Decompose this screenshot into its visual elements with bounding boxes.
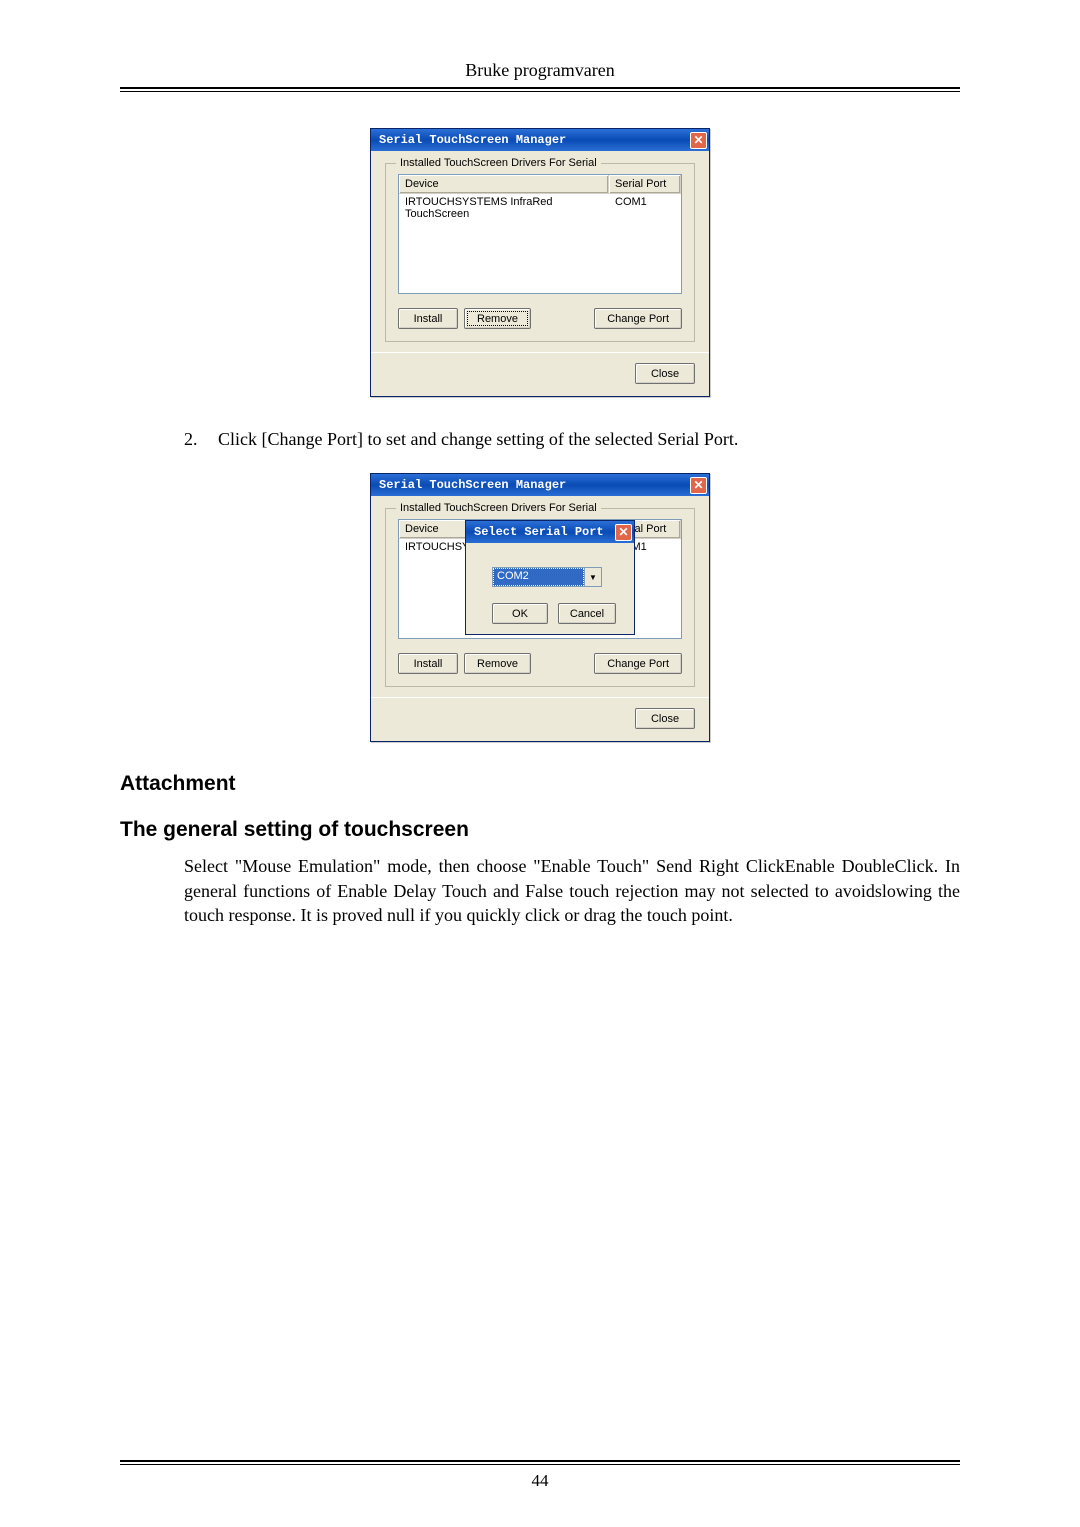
heading-general-setting: The general setting of touchscreen [120,818,960,842]
group-legend: Installed TouchScreen Drivers For Serial [396,502,601,514]
group-legend: Installed TouchScreen Drivers For Serial [396,157,601,169]
list-header: Device Serial Port [399,175,681,194]
col-serial-port[interactable]: Serial Port [609,175,681,193]
step-text: 2.Click [Change Port] to set and change … [184,427,960,451]
cell-port: COM1 [609,194,681,222]
step-number: 2. [184,427,218,451]
ok-button[interactable]: OK [492,603,548,624]
install-button[interactable]: Install [398,653,458,674]
close-button[interactable]: Close [635,363,695,384]
remove-button[interactable]: Remove [464,308,531,329]
page-number: 44 [0,1471,1080,1491]
select-serial-port-dialog: Select Serial Port ✕ COM2 ▼ OK Cancel [465,520,635,635]
heading-attachment: Attachment [120,772,960,796]
cancel-button[interactable]: Cancel [558,603,616,624]
titlebar: Select Serial Port ✕ [466,521,634,543]
step-body: Click [Change Port] to set and change se… [218,429,738,449]
col-device[interactable]: Device [399,175,609,193]
installed-drivers-group: Installed TouchScreen Drivers For Serial… [385,163,695,342]
window-title: Select Serial Port [474,525,615,539]
window-title: Serial TouchScreen Manager [379,133,690,147]
change-port-button[interactable]: Change Port [594,653,682,674]
titlebar: Serial TouchScreen Manager ✕ [371,474,709,496]
chevron-down-icon[interactable]: ▼ [584,568,601,586]
close-icon[interactable]: ✕ [690,477,707,494]
table-row[interactable]: IRTOUCHSYSTEMS InfraRed TouchScreen COM1 [399,194,681,222]
serial-port-combobox[interactable]: COM2 ▼ [492,567,602,587]
titlebar: Serial TouchScreen Manager ✕ [371,129,709,151]
install-button[interactable]: Install [398,308,458,329]
remove-button[interactable]: Remove [464,653,531,674]
paragraph-general-setting: Select "Mouse Emulation" mode, then choo… [184,854,960,927]
drivers-listview[interactable]: Device Serial Port IRTOUCHSYSTEMS InfraR… [398,174,682,294]
close-icon[interactable]: ✕ [615,524,632,541]
header-rule [120,87,960,92]
change-port-button[interactable]: Change Port [594,308,682,329]
serial-port-value[interactable]: COM2 [493,568,584,586]
page-header: Bruke programvaren [120,60,960,81]
serial-touchscreen-manager-dialog-2: Serial TouchScreen Manager ✕ Installed T… [370,473,710,742]
window-title: Serial TouchScreen Manager [379,478,690,492]
footer-rule [120,1460,960,1465]
cell-device: IRTOUCHSYSTEMS InfraRed TouchScreen [399,194,609,222]
serial-touchscreen-manager-dialog: Serial TouchScreen Manager ✕ Installed T… [370,128,710,397]
close-button[interactable]: Close [635,708,695,729]
close-icon[interactable]: ✕ [690,132,707,149]
